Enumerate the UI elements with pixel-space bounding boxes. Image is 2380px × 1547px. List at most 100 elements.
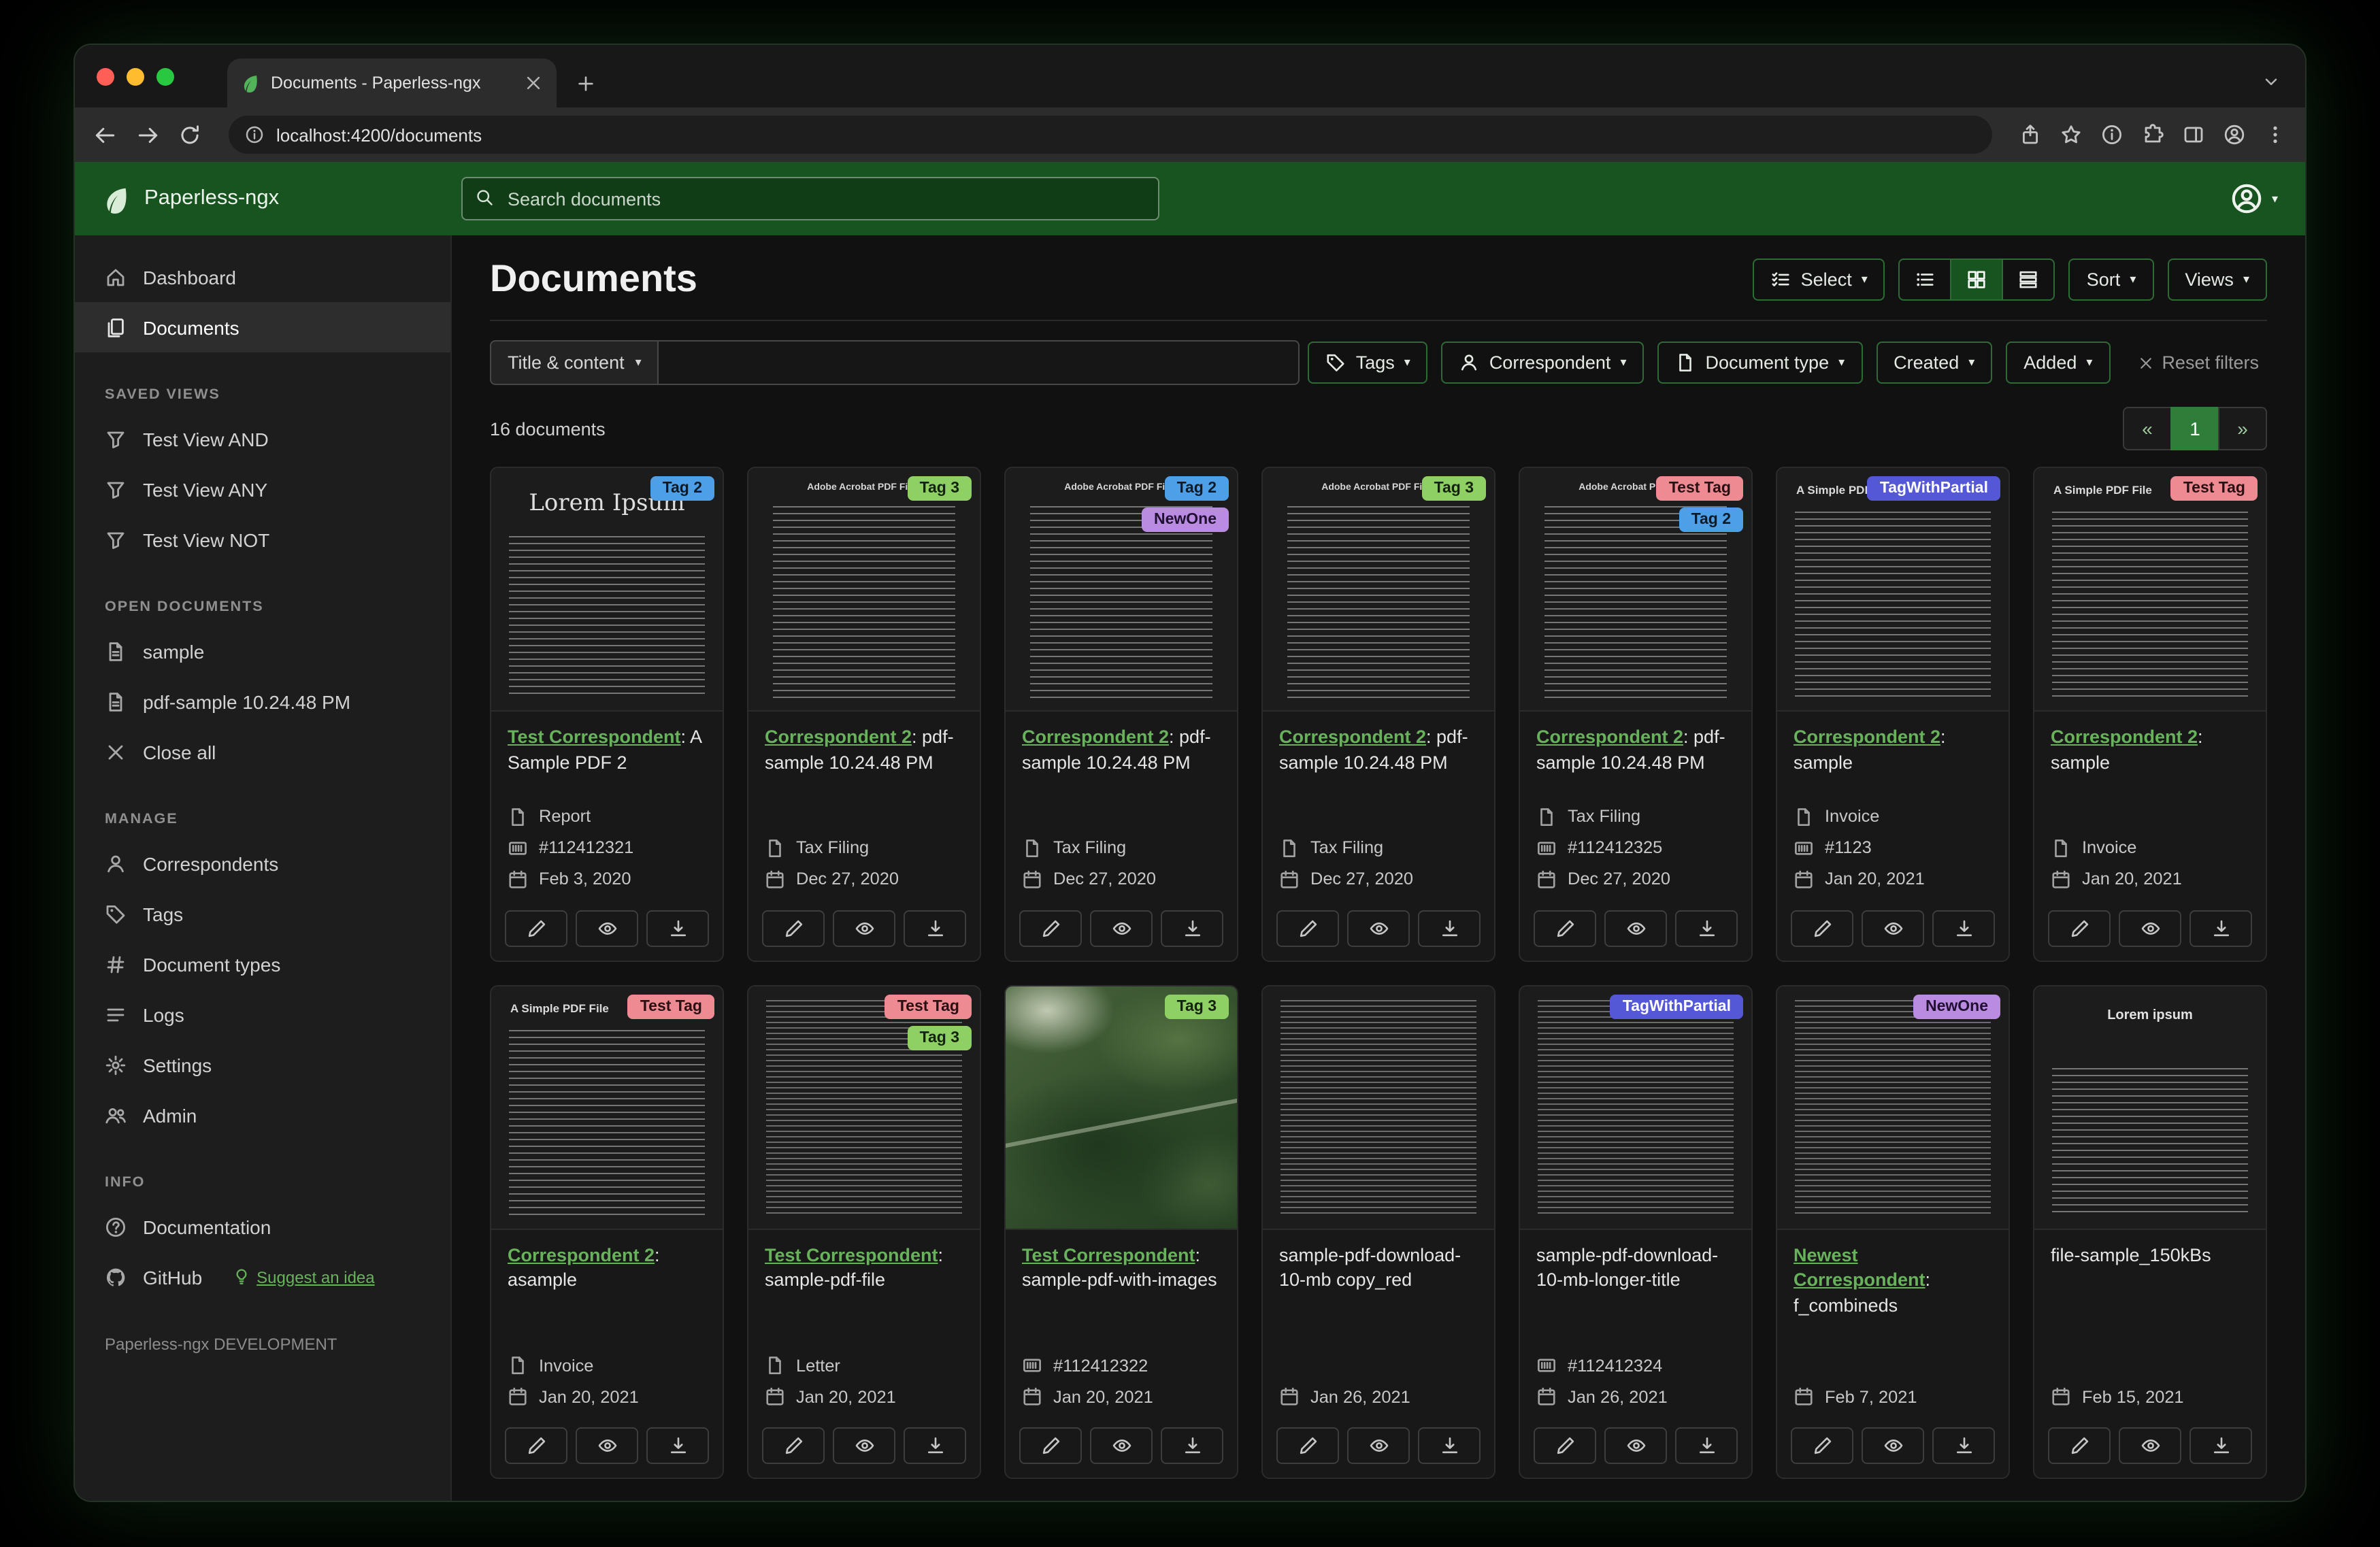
download-document-button[interactable] — [1932, 1427, 1995, 1464]
sidebar-item-documents[interactable]: Documents — [75, 302, 450, 352]
view-document-button[interactable] — [1604, 1427, 1667, 1464]
download-document-button[interactable] — [1418, 910, 1481, 946]
side-panel-icon[interactable] — [2183, 124, 2204, 146]
sidebar-item-correspondents[interactable]: Correspondents — [75, 838, 450, 888]
filter-created-button[interactable]: Created ▾ — [1876, 342, 1993, 384]
edit-document-button[interactable] — [1019, 1427, 1082, 1464]
previous-page-button[interactable]: « — [2123, 407, 2172, 450]
search-input[interactable] — [461, 177, 1159, 220]
view-document-button[interactable] — [833, 1427, 895, 1464]
document-thumbnail[interactable]: Tag 3 — [1006, 986, 1237, 1229]
correspondent-link[interactable]: Newest Correspondent — [1794, 1244, 1926, 1290]
view-document-button[interactable] — [2119, 910, 2181, 946]
tag-badge[interactable]: Tag 2 — [650, 476, 714, 501]
edit-document-button[interactable] — [1019, 910, 1082, 946]
document-card[interactable]: Adobe Acrobat PDF Files Tag 3 Corresponden… — [747, 467, 981, 961]
app-brand[interactable]: Paperless-ngx — [102, 184, 461, 213]
sidebar-item-pdf-sample-10-24-48-pm[interactable]: pdf-sample 10.24.48 PM — [75, 676, 450, 727]
tag-badge[interactable]: Test Tag — [627, 994, 714, 1018]
tag-badge[interactable]: Tag 3 — [1421, 476, 1486, 501]
bookmark-star-icon[interactable] — [2060, 124, 2082, 146]
tag-badge[interactable]: TagWithPartial — [1610, 994, 1743, 1018]
browser-profile-icon[interactable] — [2224, 124, 2245, 146]
filter-added-button[interactable]: Added ▾ — [2006, 342, 2111, 384]
tag-badge[interactable]: Test Tag — [1656, 476, 1743, 501]
edit-document-button[interactable] — [1534, 1427, 1596, 1464]
view-mode-list-button[interactable] — [1898, 258, 1952, 300]
view-document-button[interactable] — [1347, 910, 1410, 946]
tag-badge[interactable]: Tag 2 — [1679, 508, 1743, 532]
view-document-button[interactable] — [576, 910, 638, 946]
tag-badge[interactable]: Tag 3 — [907, 1025, 972, 1050]
document-card[interactable]: Adobe Acrobat PDF Files Tag 2 NewOne Corres… — [1004, 467, 1238, 961]
text-filter-input[interactable] — [657, 340, 1300, 385]
correspondent-link[interactable]: Correspondent 2 — [1022, 727, 1169, 747]
edit-document-button[interactable] — [505, 1427, 567, 1464]
document-thumbnail[interactable] — [1263, 986, 1494, 1229]
document-thumbnail[interactable]: Adobe Acrobat PDF Files Tag 3 — [748, 468, 980, 712]
document-card[interactable]: NewOne Newest Correspondent: f_combineds F… — [1776, 984, 2010, 1479]
sidebar-item-sample[interactable]: sample — [75, 626, 450, 676]
sidebar-item-github[interactable]: GitHub Suggest an idea — [75, 1252, 450, 1302]
sidebar-item-test-view-and[interactable]: Test View AND — [75, 414, 450, 464]
edit-document-button[interactable] — [1534, 910, 1596, 946]
filter-correspondent-button[interactable]: Correspondent ▾ — [1441, 342, 1644, 384]
document-card[interactable]: TagWithPartial sample-pdf-download-10-mb-… — [1519, 984, 1753, 1479]
edit-document-button[interactable] — [762, 1427, 825, 1464]
browser-menu-kebab-icon[interactable] — [2264, 124, 2286, 146]
edit-document-button[interactable] — [505, 910, 567, 946]
reload-icon[interactable] — [178, 123, 201, 146]
edit-document-button[interactable] — [1791, 1427, 1853, 1464]
tab-close-icon[interactable] — [524, 73, 543, 93]
document-card[interactable]: Adobe Acrobat PDF Files Tag 3 Corresponden… — [1261, 467, 1495, 961]
download-document-button[interactable] — [1161, 1427, 1223, 1464]
correspondent-link[interactable]: Test Correspondent — [508, 727, 681, 747]
sidebar-item-admin[interactable]: Admin — [75, 1090, 450, 1140]
tag-badge[interactable]: Tag 3 — [1164, 994, 1229, 1018]
sidebar-item-settings[interactable]: Settings — [75, 1039, 450, 1090]
tag-badge[interactable]: Tag 2 — [1164, 476, 1229, 501]
document-card[interactable]: Test Tag Tag 3 Test Correspondent: sample-… — [747, 984, 981, 1479]
views-button[interactable]: Views ▾ — [2167, 258, 2267, 300]
sidebar-item-logs[interactable]: Logs — [75, 989, 450, 1039]
document-thumbnail[interactable]: Test Tag Tag 3 — [748, 986, 980, 1229]
document-card[interactable]: Tag 3 Test Correspondent: sample-pdf-with… — [1004, 984, 1238, 1479]
document-thumbnail[interactable]: Lorem Ipsum Tag 2 — [491, 468, 723, 712]
download-document-button[interactable] — [1418, 1427, 1481, 1464]
document-card[interactable]: sample-pdf-download-10-mb copy_red Jan 26… — [1261, 984, 1495, 1479]
page-info-icon[interactable] — [2101, 124, 2123, 146]
filter-tags-button[interactable]: Tags ▾ — [1308, 342, 1428, 384]
edit-document-button[interactable] — [762, 910, 825, 946]
edit-document-button[interactable] — [2048, 1427, 2111, 1464]
filter-document-type-button[interactable]: Document type ▾ — [1657, 342, 1863, 384]
sidebar-item-documentation[interactable]: Documentation — [75, 1201, 450, 1252]
tag-badge[interactable]: NewOne — [1141, 508, 1229, 532]
document-thumbnail[interactable]: A Simple PDF File TagWithPartial — [1777, 468, 2009, 712]
document-card[interactable]: A Simple PDF File TagWithPartial Correspon… — [1776, 467, 2010, 961]
document-thumbnail[interactable]: Adobe Acrobat PDF Files Tag 3 — [1263, 468, 1494, 712]
close-window-button[interactable] — [97, 68, 114, 86]
edit-document-button[interactable] — [2048, 910, 2111, 946]
download-document-button[interactable] — [904, 910, 966, 946]
document-thumbnail[interactable]: TagWithPartial — [1520, 986, 1751, 1229]
sort-button[interactable]: Sort ▾ — [2068, 258, 2154, 300]
zoom-window-button[interactable] — [156, 68, 174, 86]
view-document-button[interactable] — [1862, 910, 1924, 946]
next-page-button[interactable]: » — [2218, 407, 2267, 450]
tab-search-chevron-icon[interactable] — [2262, 72, 2281, 91]
download-document-button[interactable] — [2189, 910, 2252, 946]
view-mode-details-button[interactable] — [2002, 258, 2055, 300]
download-document-button[interactable] — [646, 910, 709, 946]
site-info-icon[interactable] — [245, 125, 264, 144]
view-mode-grid-button[interactable] — [1950, 258, 2004, 300]
document-thumbnail[interactable]: Lorem ipsum — [2034, 986, 2266, 1229]
download-document-button[interactable] — [1161, 910, 1223, 946]
tag-badge[interactable]: Tag 3 — [907, 476, 972, 501]
extensions-puzzle-icon[interactable] — [2142, 124, 2164, 146]
document-card[interactable]: Lorem Ipsum Tag 2 Test Correspondent: A Sa… — [490, 467, 724, 961]
correspondent-link[interactable]: Test Correspondent — [765, 1244, 938, 1265]
tag-badge[interactable]: NewOne — [1913, 994, 2000, 1018]
page-number-button[interactable]: 1 — [2170, 407, 2219, 450]
document-card[interactable]: A Simple PDF File Test Tag Correspondent 2… — [2033, 467, 2267, 961]
document-thumbnail[interactable]: NewOne — [1777, 986, 2009, 1229]
